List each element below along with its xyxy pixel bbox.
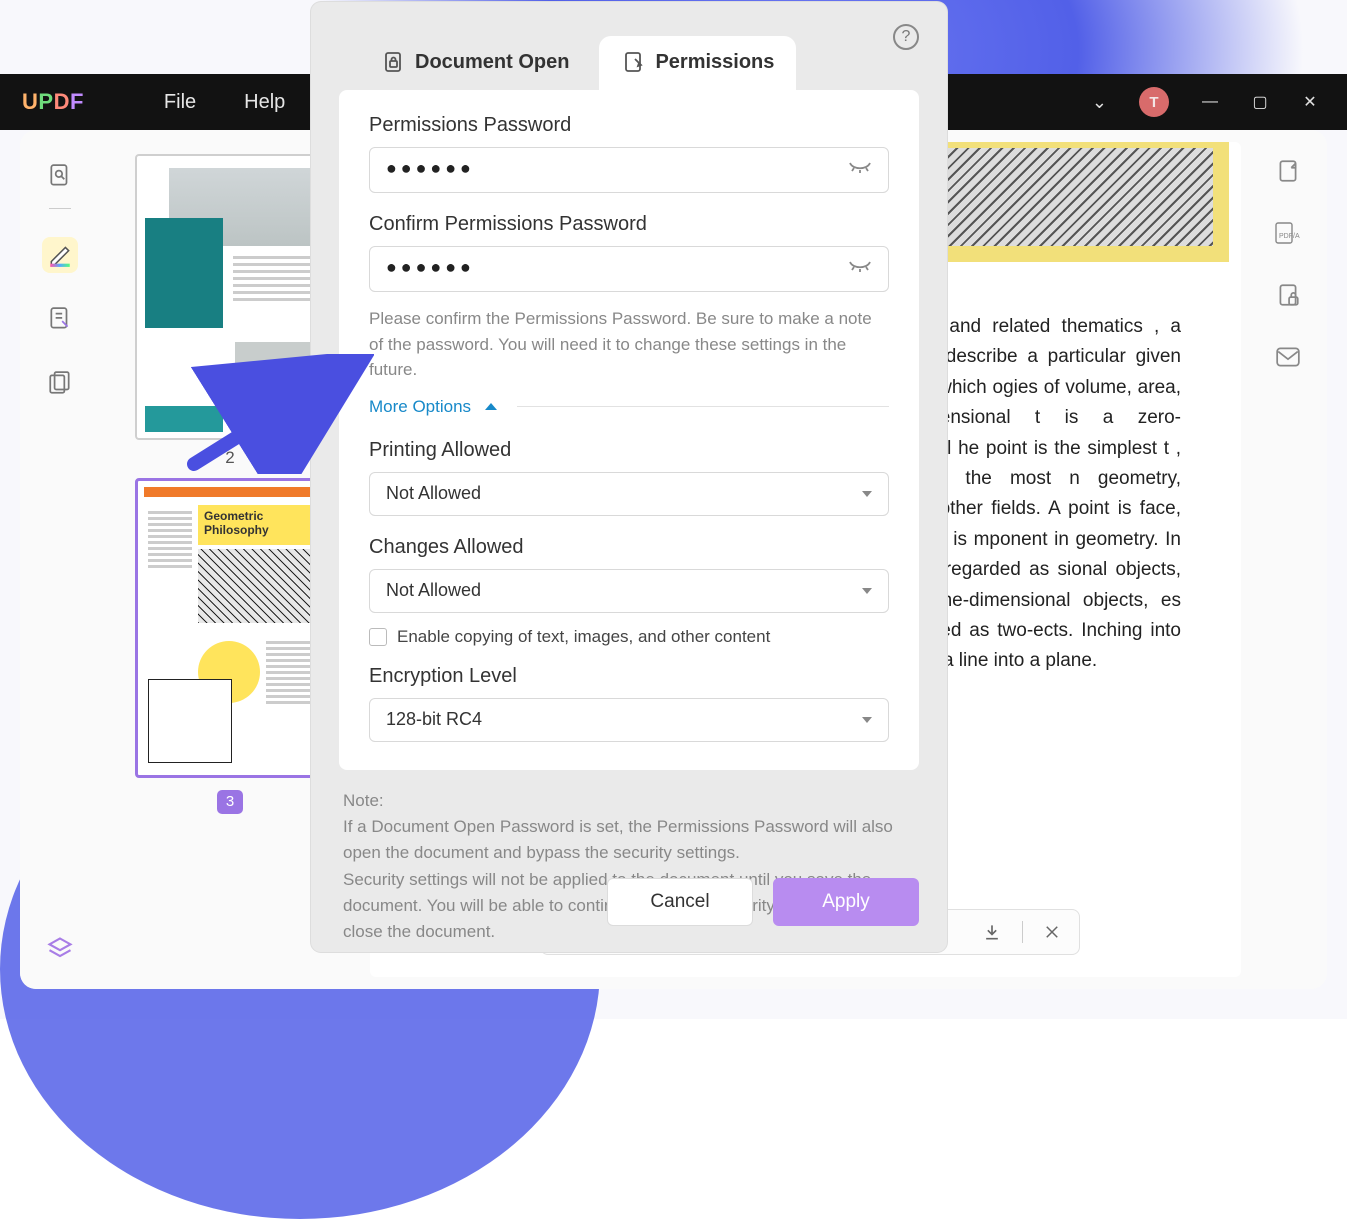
window-minimize-icon[interactable]: — — [1201, 93, 1219, 111]
help-icon[interactable]: ? — [893, 24, 919, 50]
cancel-button[interactable]: Cancel — [607, 878, 753, 926]
select-value: Not Allowed — [386, 580, 481, 601]
highlight-tool-icon[interactable] — [42, 237, 78, 273]
tab-label: Document Open — [415, 51, 569, 74]
select-value: Not Allowed — [386, 483, 481, 504]
apply-button[interactable]: Apply — [773, 878, 919, 926]
permissions-card: Permissions Password ●●●●●● Confirm Perm… — [339, 90, 919, 770]
avatar[interactable]: T — [1139, 87, 1169, 117]
export-icon[interactable] — [1271, 154, 1305, 188]
reveal-password-icon[interactable] — [848, 161, 872, 179]
caret-down-icon — [862, 491, 872, 497]
changes-allowed-select[interactable]: Not Allowed — [369, 569, 889, 613]
toolbar-divider — [1022, 921, 1023, 943]
pages-icon[interactable] — [42, 365, 78, 401]
right-toolbar: PDF/A — [1249, 130, 1327, 989]
tab-permissions[interactable]: Permissions — [599, 36, 796, 90]
lock-document-icon[interactable] — [1271, 278, 1305, 312]
more-options-toggle[interactable]: More Options — [369, 397, 889, 417]
changes-allowed-label: Changes Allowed — [369, 536, 889, 559]
toolbar-divider — [49, 208, 71, 209]
edit-document-icon[interactable] — [42, 301, 78, 337]
thumb-title: Geometric Philosophy — [198, 505, 318, 545]
caret-down-icon — [862, 588, 872, 594]
page-number-2: 2 — [118, 448, 342, 468]
confirm-password-label: Confirm Permissions Password — [369, 213, 889, 236]
modal-actions: Cancel Apply — [607, 878, 919, 926]
printing-allowed-label: Printing Allowed — [369, 439, 889, 462]
permissions-password-label: Permissions Password — [369, 114, 889, 137]
window-close-icon[interactable]: ✕ — [1301, 92, 1319, 112]
divider-line — [517, 406, 889, 407]
permissions-password-input[interactable]: ●●●●●● — [369, 147, 889, 193]
mail-icon[interactable] — [1271, 340, 1305, 374]
confirm-helper-text: Please confirm the Permissions Password.… — [369, 306, 889, 383]
page-thumbnail-2[interactable] — [135, 154, 325, 440]
encryption-level-select[interactable]: 128-bit RC4 — [369, 698, 889, 742]
modal-tabs: Document Open Permissions — [311, 2, 947, 90]
tab-label: Permissions — [655, 51, 774, 74]
layers-icon[interactable] — [42, 931, 78, 967]
more-options-label: More Options — [369, 397, 471, 417]
reveal-password-icon[interactable] — [848, 260, 872, 278]
enable-copying-label: Enable copying of text, images, and othe… — [397, 627, 770, 647]
search-page-icon[interactable] — [42, 158, 78, 194]
window-maximize-icon[interactable]: ▢ — [1251, 92, 1269, 112]
menu-help[interactable]: Help — [244, 91, 285, 114]
caret-down-icon — [862, 717, 872, 723]
document-lock-icon — [381, 50, 405, 74]
page-thumbnail-3[interactable]: Geometric Philosophy — [135, 478, 325, 778]
security-settings-modal: ? Document Open Permissions Permissions … — [311, 2, 947, 952]
printing-allowed-select[interactable]: Not Allowed — [369, 472, 889, 516]
pdfa-icon[interactable]: PDF/A — [1271, 216, 1305, 250]
password-dots: ●●●●●● — [386, 160, 475, 180]
download-icon[interactable] — [982, 922, 1002, 942]
chevron-down-icon[interactable]: ⌄ — [1092, 92, 1107, 113]
encryption-level-label: Encryption Level — [369, 665, 889, 688]
enable-copying-checkbox-row[interactable]: Enable copying of text, images, and othe… — [369, 627, 889, 647]
close-icon[interactable] — [1043, 923, 1061, 941]
svg-text:PDF/A: PDF/A — [1279, 233, 1300, 240]
note-heading: Note: — [343, 788, 915, 814]
app-logo: UPDF — [22, 89, 84, 115]
menu-bar: File Help — [164, 91, 285, 114]
password-dots: ●●●●●● — [386, 259, 475, 279]
triangle-up-icon — [485, 403, 497, 410]
select-value: 128-bit RC4 — [386, 709, 482, 730]
document-pen-icon — [621, 50, 645, 74]
confirm-password-input[interactable]: ●●●●●● — [369, 246, 889, 292]
tab-document-open[interactable]: Document Open — [359, 36, 591, 90]
left-toolbar — [20, 130, 100, 989]
checkbox-icon[interactable] — [369, 628, 387, 646]
menu-file[interactable]: File — [164, 91, 196, 114]
page-number-3: 3 — [217, 790, 243, 814]
